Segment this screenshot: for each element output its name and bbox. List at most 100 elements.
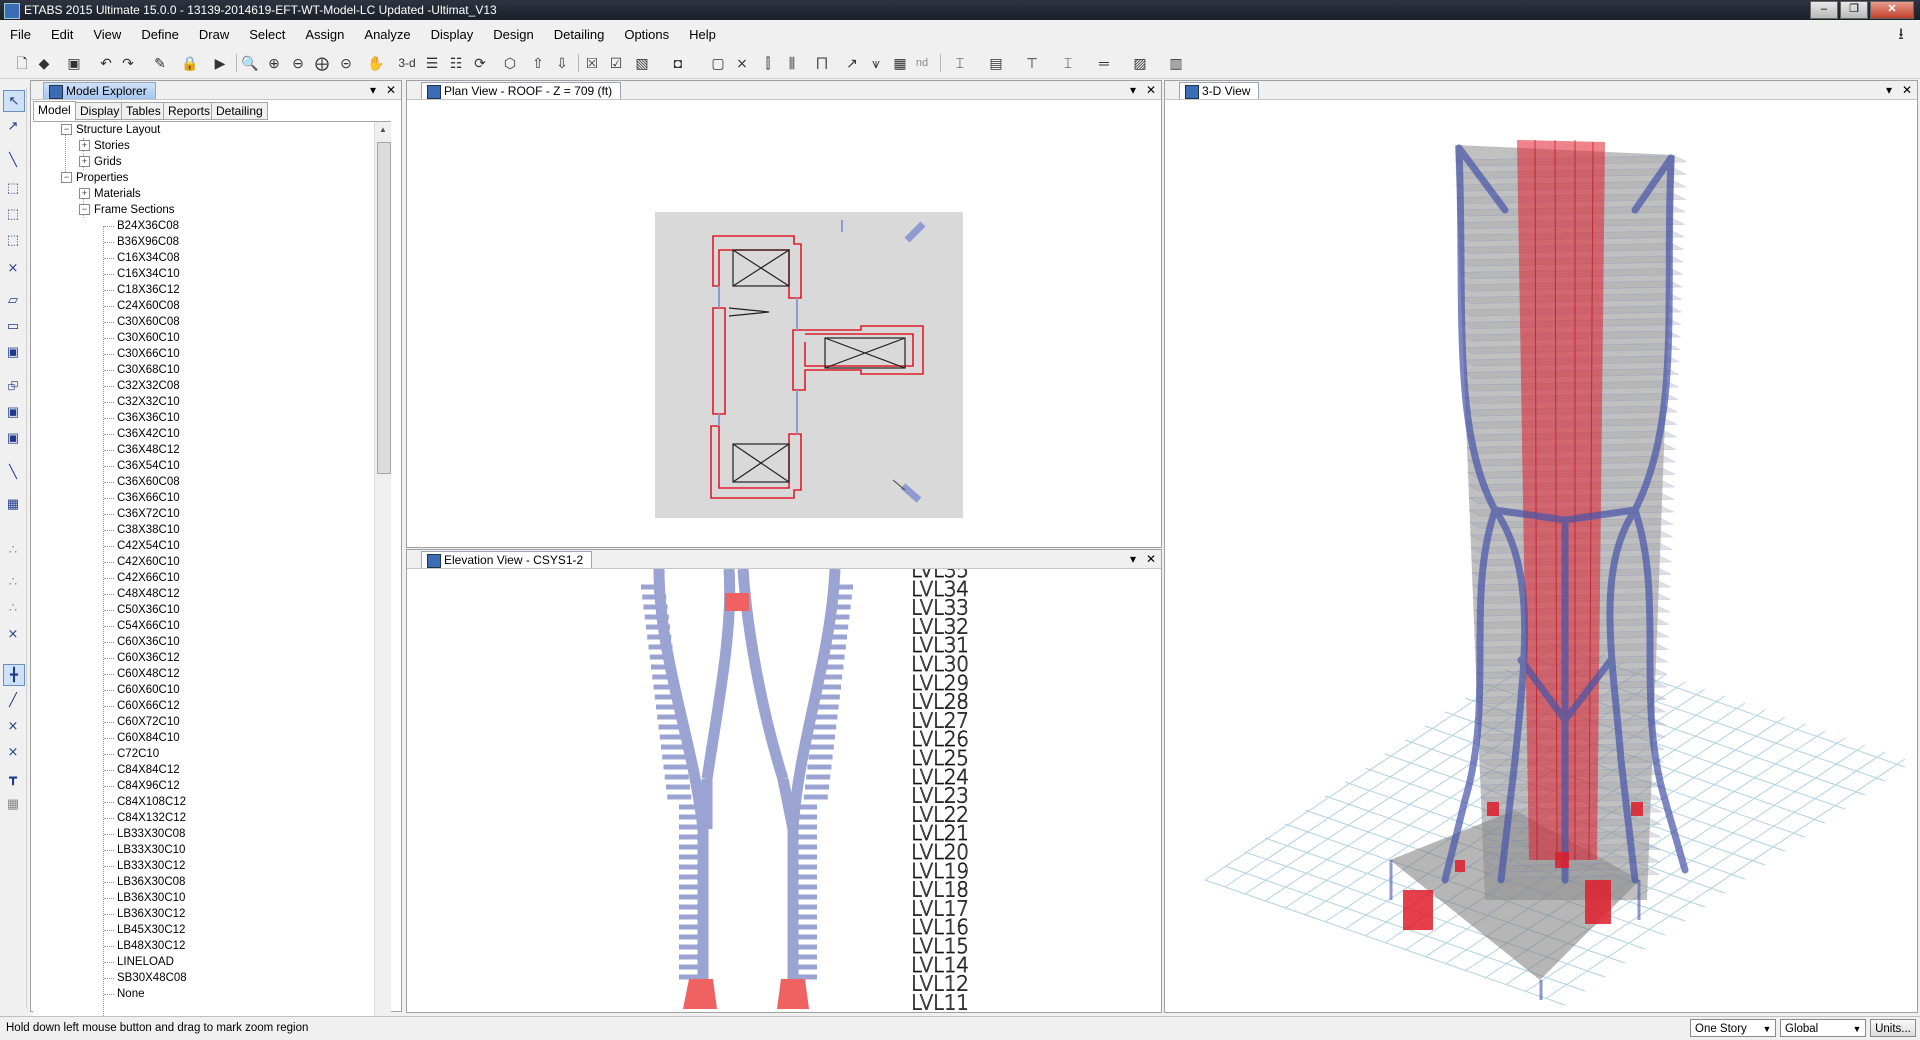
tree-node-frame-section[interactable]: LINELOAD xyxy=(117,954,174,970)
menu-assign[interactable]: Assign xyxy=(295,24,354,46)
assign-restraint-icon[interactable]: ⩛ xyxy=(866,53,886,73)
tree-scrollbar[interactable]: ▲ ▼ xyxy=(374,122,391,1040)
snap-lines-icon[interactable]: ┳ xyxy=(3,768,23,788)
save-icon[interactable]: ▣ xyxy=(64,53,84,73)
tree-node-frame-section[interactable]: C60X66C12 xyxy=(117,698,180,714)
pan-icon[interactable]: ✋ xyxy=(366,53,386,73)
tree-node-frame-section[interactable]: C42X60C10 xyxy=(117,554,180,570)
slab-design-icon[interactable]: ▥ xyxy=(1166,53,1186,73)
frame-design-icon[interactable]: ▤ xyxy=(986,53,1006,73)
expand-icon[interactable]: + xyxy=(79,156,90,168)
zoom-in-icon[interactable]: ⨁ xyxy=(312,53,332,73)
tree-node-frame-section[interactable]: LB33X30C08 xyxy=(117,826,185,842)
panel-close-icon[interactable]: ✕ xyxy=(1143,551,1159,567)
tree-node-frame-section[interactable]: LB45X30C12 xyxy=(117,922,185,938)
panel-menu-chevron-icon[interactable]: ▾ xyxy=(1125,551,1141,567)
tree-node-frame-section[interactable]: C60X36C10 xyxy=(117,634,180,650)
tree-node-frame-section[interactable]: C36X48C12 xyxy=(117,442,180,458)
shear-wall-icon[interactable]: ▨ xyxy=(1130,53,1150,73)
tree-node-frame-section[interactable]: SB30X48C08 xyxy=(117,970,187,986)
coordinate-system-select[interactable]: Global ▼ xyxy=(1780,1019,1866,1037)
three-d-view-button[interactable]: 3-d xyxy=(394,53,420,73)
quick-draw-beam-icon[interactable]: ⬚ xyxy=(3,178,23,198)
tree-node-grids[interactable]: + Grids xyxy=(79,154,121,170)
quick-draw-brace-icon[interactable]: ⬚ xyxy=(3,230,23,250)
plan-view-title-tab[interactable]: Plan View - ROOF - Z = 709 (ft) xyxy=(421,82,622,99)
tab-tables[interactable]: Tables xyxy=(121,102,166,120)
quick-draw-floor-icon[interactable]: ▣ xyxy=(3,342,23,362)
extrude-view-icon[interactable]: ◘ xyxy=(668,53,688,73)
menu-edit[interactable]: Edit xyxy=(41,24,83,46)
tree-node-frame-section[interactable]: B24X36C08 xyxy=(117,218,179,234)
snap-ends-icon[interactable]: ╱ xyxy=(3,690,23,710)
three-d-canvas[interactable] xyxy=(1165,100,1915,1010)
tree-node-frame-section[interactable]: C60X72C10 xyxy=(117,714,180,730)
select-all-tool-icon[interactable]: ∴ xyxy=(3,540,23,560)
plan-view-canvas[interactable] xyxy=(407,100,1159,545)
menu-help[interactable]: Help xyxy=(679,24,726,46)
concrete-design-icon[interactable]: ⌶ xyxy=(1058,53,1078,73)
tree-node-frame-section[interactable]: LB36X30C10 xyxy=(117,890,185,906)
tree-node-frame-section[interactable]: C84X108C12 xyxy=(117,794,186,810)
move-down-icon[interactable]: ⇩ xyxy=(552,53,572,73)
tree-node-frame-section[interactable]: C72C10 xyxy=(117,746,159,762)
undo-icon[interactable]: ↶ xyxy=(96,53,116,73)
draw-braces-icon[interactable]: ⨯ xyxy=(3,258,23,278)
tree-node-frame-section[interactable]: C36X72C10 xyxy=(117,506,180,522)
tree-node-frame-section[interactable]: C24X60C08 xyxy=(117,298,180,314)
tree-node-frame-section[interactable]: LB36X30C12 xyxy=(117,906,185,922)
menu-view[interactable]: View xyxy=(83,24,131,46)
tree-node-frame-section[interactable]: None xyxy=(117,986,145,1002)
new-model-icon[interactable]: 🗋 xyxy=(12,53,32,73)
open-icon[interactable]: ◆ xyxy=(34,53,54,73)
draw-grid-icon[interactable]: ▦ xyxy=(3,494,23,514)
tree-node-frame-section[interactable]: C36X42C10 xyxy=(117,426,180,442)
menu-display[interactable]: Display xyxy=(421,24,484,46)
plan-view-icon[interactable]: ☰ xyxy=(422,53,442,73)
quick-draw-wall-icon[interactable]: ▣ xyxy=(3,402,23,422)
assign-diaphragm-icon[interactable]: ▦ xyxy=(890,53,910,73)
quick-draw-icon[interactable]: ⨅ xyxy=(812,53,832,73)
clear-selection-icon[interactable]: ∴ xyxy=(3,598,23,618)
close-button[interactable]: ✕ xyxy=(1870,1,1914,19)
tree-node-frame-section[interactable]: C32X32C10 xyxy=(117,394,180,410)
draw-brace-icon[interactable]: ⨯ xyxy=(732,53,752,73)
pencil-icon[interactable]: ✎ xyxy=(150,53,170,73)
tree-node-frame-section[interactable]: C60X60C10 xyxy=(117,682,180,698)
tree-node-frame-sections[interactable]: − Frame Sections xyxy=(79,202,175,218)
draw-wall-icon[interactable]: ⮺ xyxy=(3,376,23,396)
expand-icon[interactable]: + xyxy=(79,188,90,200)
panel-menu-chevron-icon[interactable]: ▾ xyxy=(365,82,381,98)
zoom-previous-icon[interactable]: ⊖ xyxy=(288,53,308,73)
reshape-object-icon[interactable]: ↗ xyxy=(3,116,23,136)
tree-node-frame-section[interactable]: C60X48C12 xyxy=(117,666,180,682)
display-options-icon[interactable]: ▧ xyxy=(632,53,652,73)
tree-node-frame-section[interactable]: C30X60C08 xyxy=(117,314,180,330)
tree-node-stories[interactable]: + Stories xyxy=(79,138,130,154)
object-shrink-icon[interactable]: ⮽ xyxy=(582,53,602,73)
tree-node-frame-section[interactable]: C36X66C10 xyxy=(117,490,180,506)
tree-node-frame-section[interactable]: C30X68C10 xyxy=(117,362,180,378)
menu-draw[interactable]: Draw xyxy=(189,24,239,46)
story-option-select[interactable]: One Story ▼ xyxy=(1690,1019,1776,1037)
collapse-icon[interactable]: − xyxy=(79,204,90,216)
tab-reports[interactable]: Reports xyxy=(163,102,216,120)
elevation-view-canvas[interactable]: LVL35LVL34LVL33LVL32LVL31LVL30LVL29LVL28… xyxy=(407,569,1159,1010)
tab-model[interactable]: Model xyxy=(33,101,76,121)
tree-node-frame-section[interactable]: C50X36C10 xyxy=(117,602,180,618)
menu-options[interactable]: Options xyxy=(614,24,679,46)
tree-node-frame-section[interactable]: C32X32C08 xyxy=(117,378,180,394)
redo-icon[interactable]: ↷ xyxy=(118,53,138,73)
elevation-view-title-tab[interactable]: Elevation View - CSYS1-2 xyxy=(421,551,593,568)
panel-menu-chevron-icon[interactable]: ▾ xyxy=(1125,82,1141,98)
tree-node-frame-section[interactable]: C30X66C10 xyxy=(117,346,180,362)
rotate-3d-icon[interactable]: ⟳ xyxy=(470,53,490,73)
tree-node-materials[interactable]: + Materials xyxy=(79,186,141,202)
tree-node-frame-section[interactable]: C42X66C10 xyxy=(117,570,180,586)
composite-beam-icon[interactable]: ═ xyxy=(1094,53,1114,73)
scroll-up-icon[interactable]: ▲ xyxy=(375,122,391,138)
move-up-icon[interactable]: ⇧ xyxy=(528,53,548,73)
menu-select[interactable]: Select xyxy=(239,24,295,46)
zoom-out-icon[interactable]: ⊝ xyxy=(336,53,356,73)
three-d-view-title-tab[interactable]: 3-D View xyxy=(1179,82,1260,99)
